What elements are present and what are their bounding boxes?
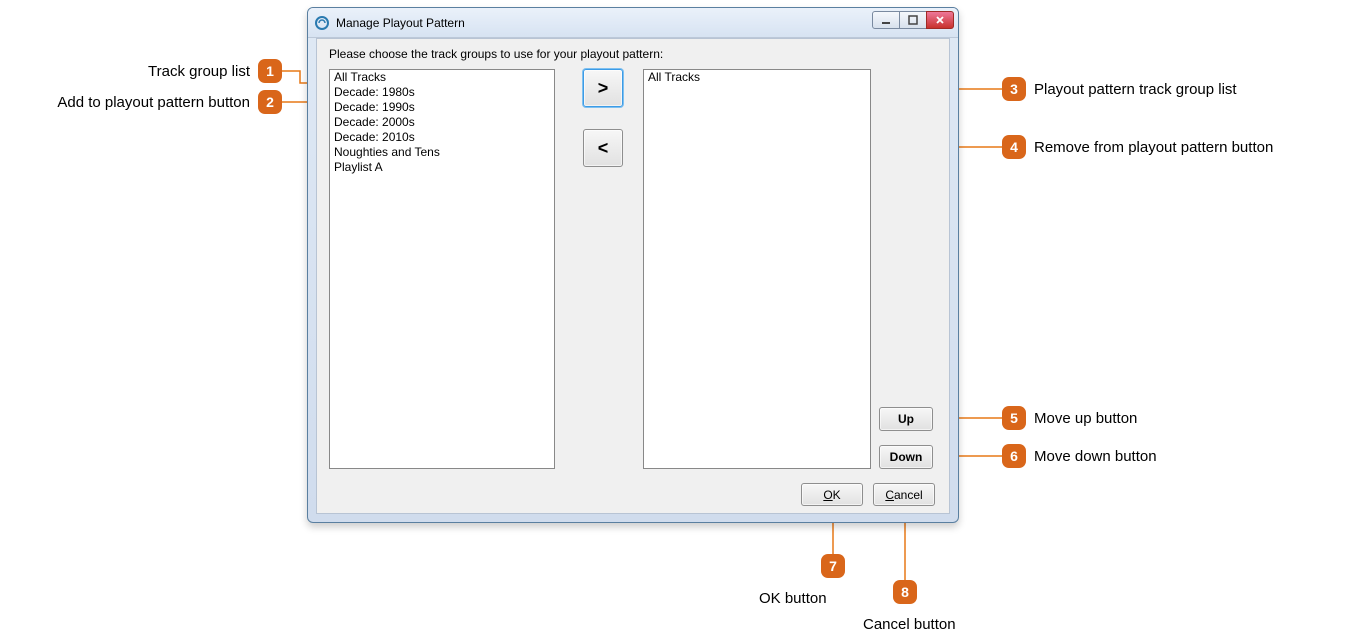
instruction-text: Please choose the track groups to use fo… bbox=[329, 47, 663, 61]
move-down-button[interactable]: Down bbox=[879, 445, 933, 469]
minimize-button[interactable] bbox=[872, 11, 900, 29]
callout-2: Add to playout pattern button 2 bbox=[0, 90, 282, 114]
app-icon bbox=[314, 15, 330, 31]
dialog-client-area: Please choose the track groups to use fo… bbox=[316, 38, 950, 514]
callout-7: 7 OK button bbox=[821, 554, 845, 578]
move-up-button[interactable]: Up bbox=[879, 407, 933, 431]
ok-button[interactable]: OK bbox=[801, 483, 863, 506]
chevron-right-icon: > bbox=[598, 78, 609, 99]
add-to-pattern-button[interactable]: > bbox=[583, 69, 623, 107]
track-group-list[interactable]: All Tracks Decade: 1980s Decade: 1990s D… bbox=[329, 69, 555, 469]
callout-3: 3 Playout pattern track group list bbox=[1002, 77, 1237, 101]
chevron-left-icon: < bbox=[598, 138, 609, 159]
list-item[interactable]: Decade: 2000s bbox=[330, 115, 554, 130]
dialog-window: Manage Playout Pattern Please choose the… bbox=[307, 7, 959, 523]
window-title: Manage Playout Pattern bbox=[336, 16, 465, 30]
list-item[interactable]: All Tracks bbox=[330, 70, 554, 85]
callout-5: 5 Move up button bbox=[1002, 406, 1137, 430]
maximize-button[interactable] bbox=[899, 11, 927, 29]
callout-1: Track group list 1 bbox=[0, 59, 282, 83]
list-item[interactable]: All Tracks bbox=[644, 70, 870, 85]
playout-pattern-list[interactable]: All Tracks bbox=[643, 69, 871, 469]
list-item[interactable]: Decade: 1980s bbox=[330, 85, 554, 100]
callout-6: 6 Move down button bbox=[1002, 444, 1157, 468]
list-item[interactable]: Decade: 1990s bbox=[330, 100, 554, 115]
callout-4: 4 Remove from playout pattern button bbox=[1002, 135, 1273, 159]
list-item[interactable]: Playlist A bbox=[330, 160, 554, 175]
list-item[interactable]: Decade: 2010s bbox=[330, 130, 554, 145]
close-button[interactable] bbox=[926, 11, 954, 29]
list-item[interactable]: Noughties and Tens bbox=[330, 145, 554, 160]
cancel-button[interactable]: Cancel bbox=[873, 483, 935, 506]
callout-8: 8 Cancel button bbox=[893, 580, 917, 604]
remove-from-pattern-button[interactable]: < bbox=[583, 129, 623, 167]
titlebar[interactable]: Manage Playout Pattern bbox=[308, 8, 958, 38]
